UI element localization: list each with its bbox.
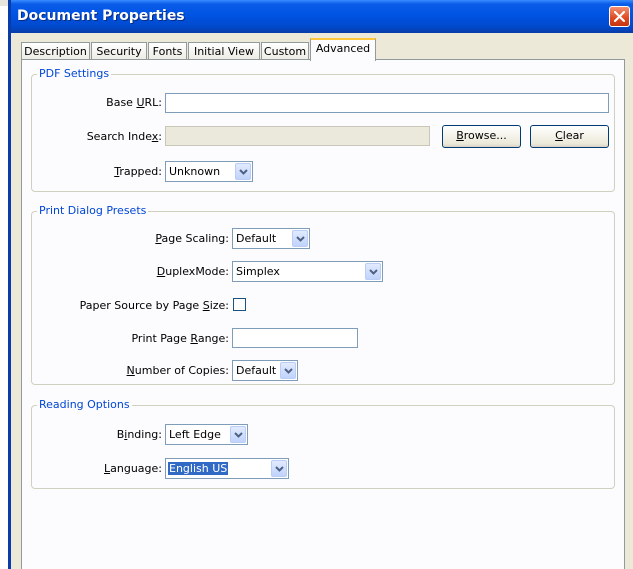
duplex-mode-value: Simplex [236,265,280,278]
tab-advanced[interactable]: Advanced [310,38,376,61]
tab-custom[interactable]: Custom [261,42,309,60]
browse-button[interactable]: Browse... [442,125,521,148]
trapped-dropdown[interactable]: Unknown [165,161,253,182]
duplex-mode-dropdown[interactable]: Simplex [232,261,383,282]
language-value: English US [168,462,229,475]
title-bar[interactable]: Document Properties [11,0,633,33]
dropdown-arrow[interactable] [235,163,251,180]
pdf-settings-legend: PDF Settings [37,67,112,80]
number-of-copies-label: Number of Copies: [126,364,229,377]
duplex-mode-label: DuplexMode: [156,265,229,278]
dropdown-arrow[interactable] [365,263,381,280]
document-properties-dialog: Document Properties Description Security… [8,0,633,569]
tab-fonts[interactable]: Fonts [148,42,187,60]
chevron-down-icon [233,431,243,438]
number-of-copies-dropdown[interactable]: Default [232,360,298,381]
paper-source-label: Paper Source by Page Size: [79,299,229,312]
chevron-down-icon [238,168,248,175]
page-scaling-dropdown[interactable]: Default [232,228,310,249]
search-index-input [165,126,430,146]
dropdown-arrow[interactable] [292,230,308,247]
print-dialog-presets-group: Print Dialog Presets Page Scaling: Defau… [31,204,615,385]
search-index-label: Search Index: [86,130,162,143]
print-presets-legend: Print Dialog Presets [37,204,149,217]
language-dropdown[interactable]: English US [165,458,289,479]
print-page-range-input[interactable] [232,328,358,348]
clear-button[interactable]: Clear [530,125,609,148]
print-page-range-label: Print Page Range: [131,332,229,345]
advanced-panel: PDF Settings Base URL: Search Index: Bro… [21,59,625,569]
page-scaling-value: Default [236,232,277,245]
chevron-down-icon [295,235,305,242]
paper-source-checkbox[interactable] [233,298,246,311]
chevron-down-icon [274,465,284,472]
pdf-settings-group: PDF Settings Base URL: Search Index: Bro… [31,67,615,192]
close-icon [614,11,625,22]
tab-security[interactable]: Security [91,42,147,60]
binding-dropdown[interactable]: Left Edge [165,424,248,445]
tab-description[interactable]: Description [21,42,90,60]
base-url-label: Base URL: [106,96,162,109]
close-button[interactable] [609,6,630,27]
binding-value: Left Edge [169,428,221,441]
language-label: Language: [103,462,162,475]
reading-options-legend: Reading Options [37,398,132,411]
dropdown-arrow[interactable] [230,426,246,443]
tab-initial-view[interactable]: Initial View [188,42,260,60]
dropdown-arrow[interactable] [271,460,287,477]
trapped-value: Unknown [169,165,221,178]
reading-options-group: Reading Options Binding: Left Edge Langu… [31,398,615,489]
chevron-down-icon [368,268,378,275]
chevron-down-icon [283,367,293,374]
trapped-label: Trapped: [114,165,162,178]
window-title: Document Properties [17,8,185,24]
page-scaling-label: Page Scaling: [155,232,229,245]
dropdown-arrow[interactable] [280,362,296,379]
number-of-copies-value: Default [236,364,277,377]
base-url-input[interactable] [165,93,609,113]
binding-label: Binding: [116,428,162,441]
